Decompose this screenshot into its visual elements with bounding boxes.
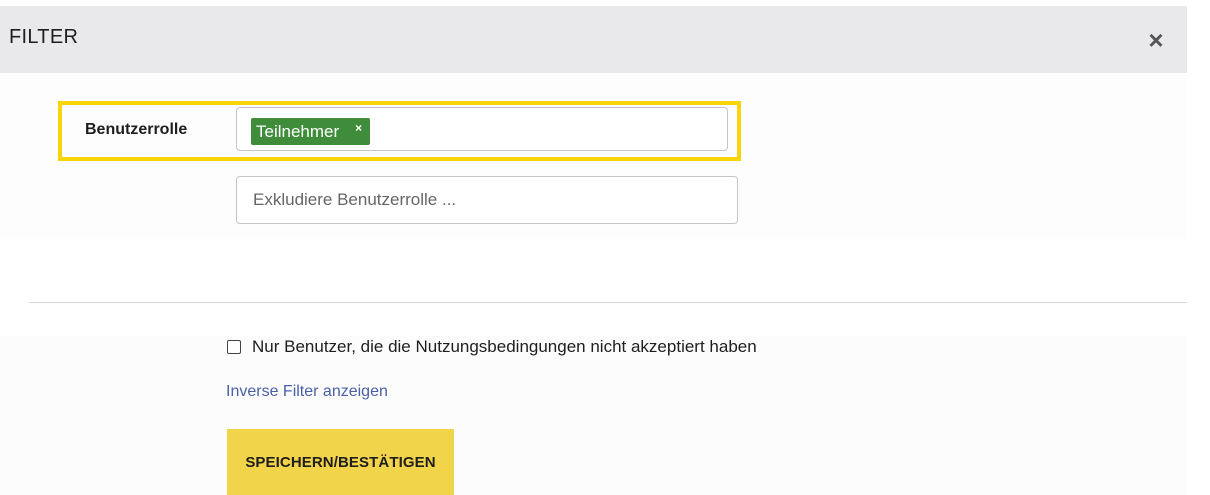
exclude-role-input[interactable]: [236, 176, 738, 224]
role-multiselect-input[interactable]: Teilnehmer ×: [236, 107, 728, 151]
close-icon[interactable]: ×: [1143, 27, 1169, 55]
save-confirm-button[interactable]: SPEICHERN/BESTÄTIGEN: [227, 429, 454, 495]
terms-checkbox[interactable]: [227, 340, 241, 354]
role-tag-label: Teilnehmer: [256, 122, 340, 141]
role-tag-teilnehmer: Teilnehmer ×: [251, 118, 371, 145]
modal-title: FILTER: [9, 26, 79, 48]
terms-checkbox-label[interactable]: Nur Benutzer, die die Nutzungsbedingunge…: [252, 337, 757, 357]
role-field-label: Benutzerrolle: [85, 121, 188, 138]
options-section: [0, 336, 1187, 495]
modal-header: FILTER ×: [0, 6, 1187, 73]
section-divider: [29, 302, 1187, 303]
inverse-filter-link[interactable]: Inverse Filter anzeigen: [226, 383, 388, 401]
remove-tag-icon[interactable]: ×: [355, 122, 362, 134]
